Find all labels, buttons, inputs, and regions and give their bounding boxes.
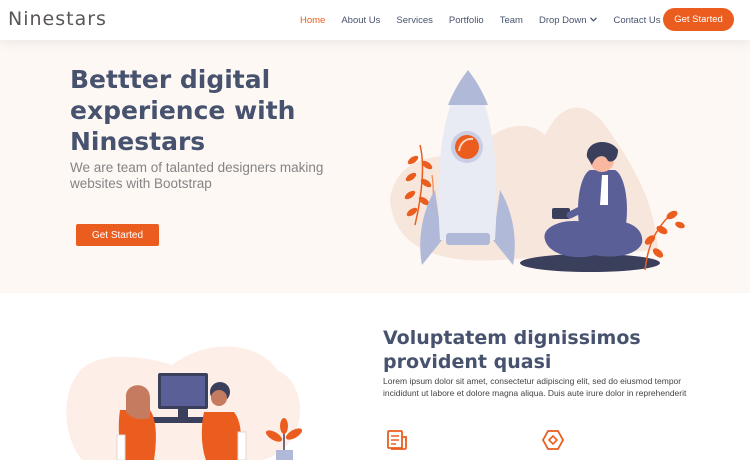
nav-about-us-label: About Us bbox=[341, 14, 381, 26]
about-title-line: Voluptatem dignissimos bbox=[383, 327, 641, 349]
about-title: Voluptatem dignissimos provident quasi bbox=[383, 326, 713, 374]
nav-contact-us-label: Contact Us bbox=[613, 14, 661, 26]
nav-drop-down[interactable]: Drop Down bbox=[539, 15, 598, 26]
nav-home[interactable]: Home bbox=[300, 15, 325, 26]
nav-contact-us[interactable]: Contact Us bbox=[613, 15, 660, 26]
hero-title: Bettter digital experience with Ninestar… bbox=[70, 64, 360, 157]
nav-about-us[interactable]: About Us bbox=[341, 15, 380, 26]
hero-title-line: Bettter digital bbox=[70, 65, 271, 94]
hero-section: Bettter digital experience with Ninestar… bbox=[0, 40, 750, 293]
about-text: Lorem ipsum dolor sit amet, consectetur … bbox=[383, 376, 687, 398]
nav-home-label: Home bbox=[300, 14, 326, 26]
header-get-started-button[interactable]: Get Started bbox=[663, 8, 734, 31]
nav-team[interactable]: Team bbox=[500, 15, 523, 26]
receipt-icon bbox=[385, 428, 409, 452]
main-nav: Home About Us Services Portfolio Team Dr… bbox=[300, 0, 676, 40]
header: Ninestars Home About Us Services Portfol… bbox=[0, 0, 750, 40]
chevron-down-icon bbox=[590, 16, 598, 24]
hero-title-line: experience with bbox=[70, 96, 296, 125]
logo[interactable]: Ninestars bbox=[8, 8, 107, 30]
nav-services-label: Services bbox=[396, 14, 433, 26]
hero-get-started-button[interactable]: Get Started bbox=[76, 224, 159, 246]
nav-drop-down-label: Drop Down bbox=[538, 14, 587, 26]
team-desk-illustration bbox=[66, 346, 303, 460]
nav-services[interactable]: Services bbox=[396, 15, 432, 26]
nav-portfolio-label: Portfolio bbox=[448, 14, 484, 26]
rocket-illustration bbox=[390, 70, 685, 272]
hero-subtitle: We are team of talanted designers making… bbox=[70, 160, 324, 191]
about-title-line: provident quasi bbox=[383, 351, 552, 373]
nav-portfolio[interactable]: Portfolio bbox=[449, 15, 484, 26]
hero-title-line: Ninestars bbox=[70, 127, 206, 156]
cube-icon bbox=[541, 428, 565, 452]
nav-team-label: Team bbox=[499, 14, 523, 26]
